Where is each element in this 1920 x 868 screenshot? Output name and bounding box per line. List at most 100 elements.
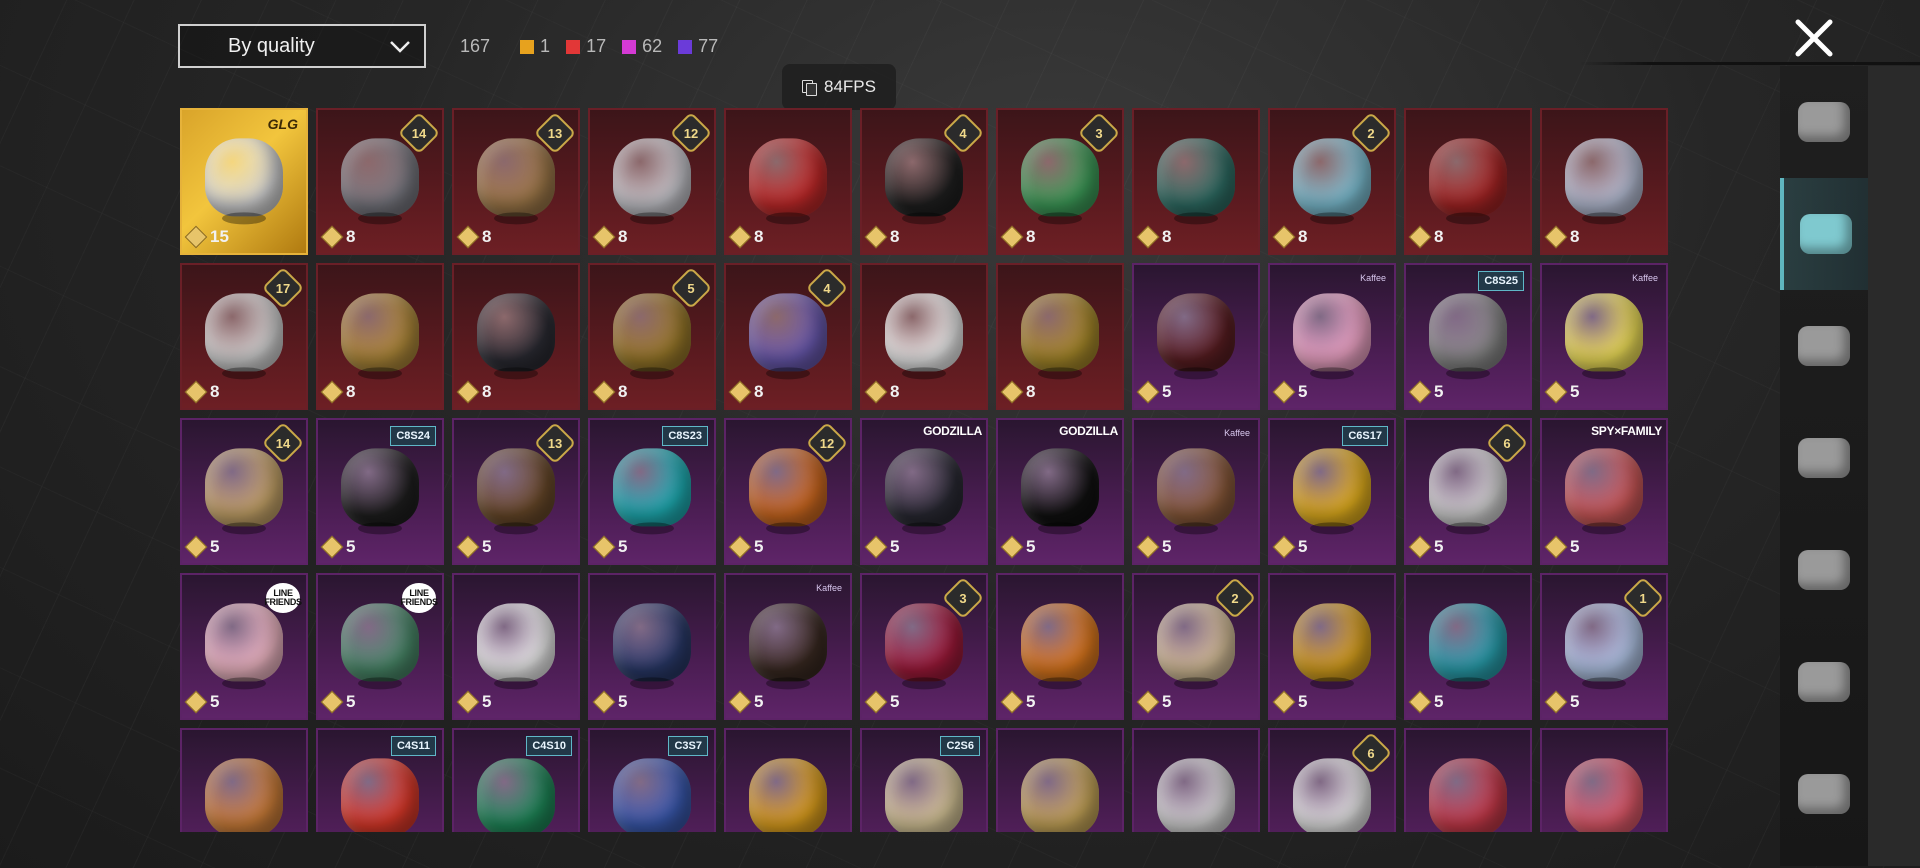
item-card[interactable]: GLG 15 [180, 108, 308, 255]
item-card[interactable]: 15 [1540, 573, 1668, 720]
item-card[interactable]: 14 8 [316, 108, 444, 255]
item-card[interactable]: GODZILLA 5 [996, 418, 1124, 565]
item-artwork [205, 137, 283, 224]
item-card[interactable]: 38 [996, 108, 1124, 255]
item-card[interactable] [1132, 728, 1260, 832]
item-card[interactable]: C4S10 [452, 728, 580, 832]
item-card[interactable]: 8 [996, 263, 1124, 410]
item-card[interactable]: 17 8 [180, 263, 308, 410]
item-artwork [1565, 757, 1643, 832]
fps-overlay: 84FPS [782, 64, 896, 110]
item-artwork [1293, 292, 1371, 379]
item-card[interactable] [1404, 728, 1532, 832]
item-card[interactable]: 13 5 [452, 418, 580, 565]
item-card[interactable]: 48 [860, 108, 988, 255]
item-points: 8 [1408, 225, 1443, 249]
item-card[interactable]: 48 [724, 263, 852, 410]
category-tab[interactable] [1780, 402, 1868, 514]
item-artwork [1565, 292, 1643, 379]
item-artwork [205, 602, 283, 689]
item-card[interactable]: C8S23 5 [588, 418, 716, 565]
item-card[interactable]: 12 5 [724, 418, 852, 565]
item-points-value: 8 [1570, 227, 1580, 246]
item-artwork [341, 602, 419, 689]
count-red: 17 [566, 36, 606, 57]
collab-brand: LINE FRIENDS [400, 583, 438, 613]
category-tab[interactable] [1780, 290, 1868, 402]
category-tab[interactable] [1780, 514, 1868, 626]
level-badge-value: 14 [275, 435, 291, 451]
item-card[interactable]: C2S6 [860, 728, 988, 832]
rail-edge [1868, 66, 1920, 866]
item-card[interactable]: Kaffee 5 [1540, 263, 1668, 410]
category-tab[interactable] [1780, 738, 1868, 850]
item-card[interactable]: 8 [1404, 108, 1532, 255]
item-card[interactable]: Kaffee 5 [1268, 263, 1396, 410]
item-card[interactable]: 8 [316, 263, 444, 410]
item-points: 5 [320, 690, 355, 714]
item-card[interactable]: 8 [452, 263, 580, 410]
sort-dropdown[interactable]: By quality [178, 24, 426, 68]
item-card[interactable]: C3S7 [588, 728, 716, 832]
item-card[interactable]: 5 [1404, 573, 1532, 720]
item-artwork [1021, 137, 1099, 224]
item-card[interactable]: 5 [588, 573, 716, 720]
item-card[interactable]: Kaffee 5 [1132, 418, 1260, 565]
item-points: 5 [456, 535, 491, 559]
item-card[interactable]: 28 [1268, 108, 1396, 255]
season-tag: C8S24 [390, 426, 436, 446]
item-card[interactable] [724, 728, 852, 832]
item-card[interactable]: GODZILLA 5 [860, 418, 988, 565]
item-card[interactable]: 5 [1132, 263, 1260, 410]
item-card[interactable] [180, 728, 308, 832]
item-points-value: 5 [754, 537, 764, 556]
item-card[interactable]: 6 [1268, 728, 1396, 832]
points-diamond-icon [184, 535, 208, 559]
item-card[interactable]: 13 8 [452, 108, 580, 255]
item-card[interactable]: 8 [1132, 108, 1260, 255]
points-diamond-icon [1000, 380, 1024, 404]
item-card[interactable]: 65 [1404, 418, 1532, 565]
item-artwork [613, 602, 691, 689]
item-card[interactable]: C8S25 5 [1404, 263, 1532, 410]
item-card[interactable]: C8S24 5 [316, 418, 444, 565]
item-points-value: 8 [1298, 227, 1308, 246]
item-artwork [613, 292, 691, 379]
item-card[interactable]: 35 [860, 573, 988, 720]
item-card[interactable]: 5 [1268, 573, 1396, 720]
points-diamond-icon [1544, 380, 1568, 404]
close-icon[interactable] [1792, 16, 1836, 60]
points-diamond-icon [1544, 690, 1568, 714]
item-points-value: 8 [482, 382, 492, 401]
item-card[interactable]: 8 [1540, 108, 1668, 255]
item-artwork [1021, 602, 1099, 689]
item-card[interactable]: 8 [860, 263, 988, 410]
orange-swatch [520, 39, 535, 54]
item-card[interactable]: LINE FRIENDS 5 [180, 573, 308, 720]
item-card[interactable]: 14 5 [180, 418, 308, 565]
item-card[interactable]: 5 [452, 573, 580, 720]
item-card[interactable] [1540, 728, 1668, 832]
item-card[interactable]: 25 [1132, 573, 1260, 720]
item-card[interactable]: LINE FRIENDS 5 [316, 573, 444, 720]
item-points-value: 5 [1570, 692, 1580, 711]
points-diamond-icon [1136, 690, 1160, 714]
category-tab[interactable] [1780, 178, 1868, 290]
category-tab[interactable] [1780, 66, 1868, 178]
item-card[interactable]: 8 [724, 108, 852, 255]
item-points-value: 5 [1026, 692, 1036, 711]
item-card[interactable] [996, 728, 1124, 832]
item-card[interactable]: 12 8 [588, 108, 716, 255]
points-diamond-icon [184, 225, 208, 249]
points-diamond-icon [456, 535, 480, 559]
item-artwork [1157, 447, 1235, 534]
item-card[interactable]: SPY×FAMILY 5 [1540, 418, 1668, 565]
points-diamond-icon [728, 690, 752, 714]
points-diamond-icon [1272, 225, 1296, 249]
item-card[interactable]: C6S17 5 [1268, 418, 1396, 565]
category-tab[interactable] [1780, 626, 1868, 738]
item-card[interactable]: 5 [996, 573, 1124, 720]
item-card[interactable]: Kaffee 5 [724, 573, 852, 720]
item-card[interactable]: C4S11 [316, 728, 444, 832]
item-card[interactable]: 58 [588, 263, 716, 410]
